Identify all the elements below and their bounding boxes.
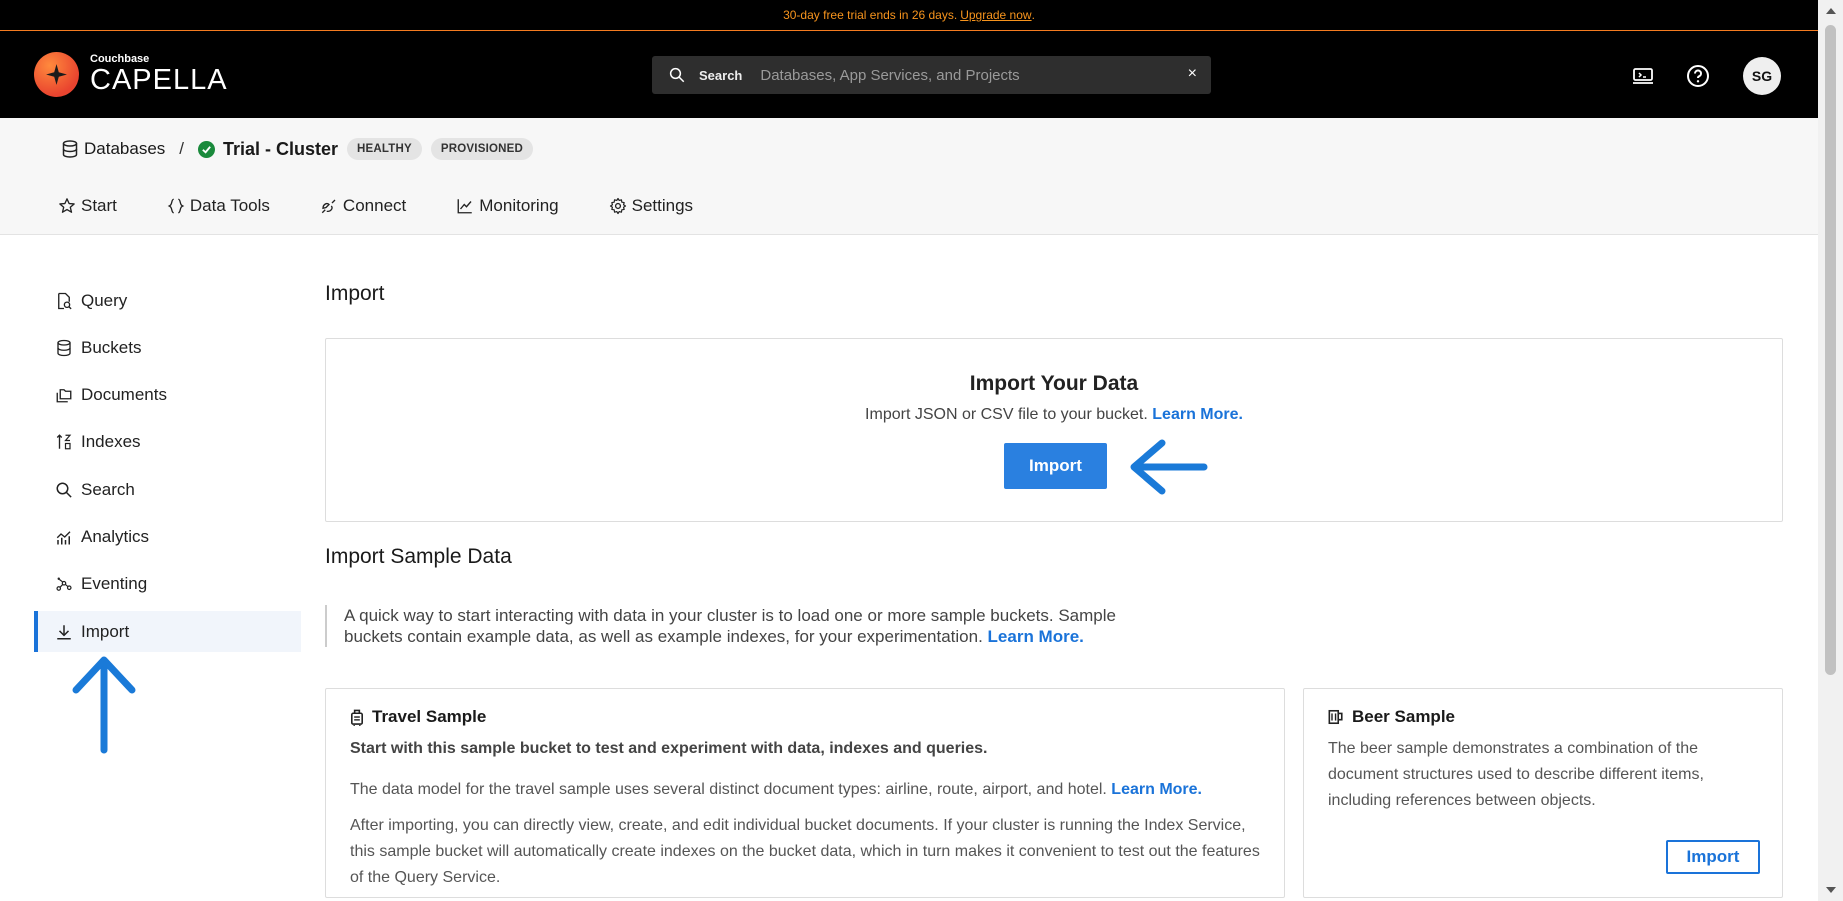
tab-monitoring[interactable]: Monitoring bbox=[456, 196, 559, 216]
sidebar-item-analytics[interactable]: Analytics bbox=[34, 516, 301, 557]
sample-learn-more-link[interactable]: Learn More. bbox=[988, 627, 1084, 646]
import-card-description: Import JSON or CSV file to your bucket. … bbox=[326, 406, 1782, 424]
sample-data-title: Import Sample Data bbox=[325, 545, 512, 568]
breadcrumb: Databases / Trial - Cluster HEALTHY PROV… bbox=[62, 138, 533, 160]
beer-sample-desc: The beer sample demonstrates a combinati… bbox=[1328, 740, 1704, 809]
database-icon bbox=[62, 140, 78, 158]
beer-sample-card: Beer Sample The beer sample demonstrates… bbox=[1303, 688, 1783, 898]
cluster-name: Trial - Cluster bbox=[223, 138, 339, 159]
search-input[interactable] bbox=[760, 66, 1161, 84]
import-card-title: Import Your Data bbox=[969, 372, 1139, 395]
beer-icon bbox=[1328, 709, 1343, 725]
gear-icon bbox=[609, 197, 626, 215]
travel-sample-desc-text: The data model for the travel sample use… bbox=[350, 781, 1107, 798]
database-icon bbox=[57, 339, 71, 356]
eventing-icon bbox=[56, 577, 72, 592]
sidebar-item-documents[interactable]: Documents bbox=[34, 375, 301, 416]
trial-banner: 30-day free trial ends in 26 days. Upgra… bbox=[0, 0, 1818, 31]
sidebar-item-buckets-label: Buckets bbox=[81, 337, 142, 357]
trial-banner-text: 30-day free trial ends in 26 days. bbox=[783, 8, 958, 22]
status-badge-provisioned: PROVISIONED bbox=[430, 138, 533, 160]
tab-settings[interactable]: Settings bbox=[609, 196, 693, 216]
sidebar-item-search[interactable]: Search bbox=[34, 469, 301, 510]
braces-icon bbox=[167, 198, 185, 214]
cli-icon[interactable] bbox=[1628, 61, 1658, 91]
global-search[interactable]: Search × bbox=[652, 56, 1211, 94]
tab-start-label: Start bbox=[81, 196, 117, 215]
beer-import-button[interactable]: Import bbox=[1666, 840, 1760, 874]
sidebar-item-indexes-label: Indexes bbox=[81, 432, 141, 452]
scroll-up-arrow-icon[interactable] bbox=[1826, 8, 1836, 14]
connect-icon bbox=[321, 199, 336, 214]
tab-connect[interactable]: Connect bbox=[320, 196, 406, 216]
breadcrumb-databases[interactable]: Databases bbox=[84, 139, 165, 159]
page-scrollbar[interactable] bbox=[1818, 0, 1843, 901]
sidebar-item-eventing-label: Eventing bbox=[81, 574, 148, 594]
indexes-icon bbox=[56, 434, 72, 450]
query-icon bbox=[58, 292, 72, 309]
travel-sample-card: Travel Sample Start with this sample buc… bbox=[325, 688, 1285, 898]
capella-logo-icon bbox=[34, 52, 79, 97]
analytics-icon bbox=[56, 531, 71, 545]
tab-settings-label: Settings bbox=[631, 196, 694, 215]
sidebar-item-import-label: Import bbox=[81, 621, 130, 641]
search-label: Search bbox=[699, 67, 743, 83]
chart-line-icon bbox=[457, 199, 472, 214]
page-title: Import bbox=[325, 282, 385, 305]
banner-suffix: . bbox=[1031, 8, 1035, 22]
import-your-data-card: Import Your Data Import JSON or CSV file… bbox=[325, 338, 1783, 522]
sidebar-item-query-label: Query bbox=[81, 290, 128, 310]
travel-sample-lead: Start with this sample bucket to test an… bbox=[350, 740, 988, 757]
tab-monitoring-label: Monitoring bbox=[479, 196, 559, 215]
search-icon bbox=[669, 67, 685, 83]
luggage-icon bbox=[351, 709, 363, 726]
help-icon[interactable] bbox=[1683, 61, 1713, 91]
sidebar-item-query[interactable]: Query bbox=[34, 280, 301, 321]
cluster-header: Databases / Trial - Cluster HEALTHY PROV… bbox=[0, 118, 1818, 235]
documents-icon bbox=[56, 389, 72, 403]
tab-data-tools-label: Data Tools bbox=[189, 196, 270, 215]
top-header: Couchbase CAPELLA Search × SG bbox=[0, 31, 1818, 118]
sidebar-item-eventing[interactable]: Eventing bbox=[34, 564, 301, 605]
sample-data-intro: A quick way to start interacting with da… bbox=[325, 605, 1145, 647]
user-avatar[interactable]: SG bbox=[1743, 57, 1781, 95]
clear-search-icon[interactable]: × bbox=[1188, 65, 1197, 83]
beer-sample-title: Beer Sample bbox=[1352, 707, 1455, 726]
annotation-arrow-up-icon bbox=[72, 656, 136, 754]
sidebar-item-documents-label: Documents bbox=[81, 385, 167, 405]
breadcrumb-separator: / bbox=[179, 139, 185, 158]
tab-connect-label: Connect bbox=[342, 196, 407, 215]
sidebar-item-analytics-label: Analytics bbox=[81, 526, 150, 546]
travel-sample-details: After importing, you can directly view, … bbox=[350, 817, 1260, 886]
tab-start[interactable]: Start bbox=[58, 196, 117, 216]
import-card-desc-text: Import JSON or CSV file to your bucket. bbox=[865, 406, 1148, 423]
sidebar-item-buckets[interactable]: Buckets bbox=[34, 327, 301, 368]
upgrade-link[interactable]: Upgrade now bbox=[960, 8, 1031, 22]
import-learn-more-link[interactable]: Learn More. bbox=[1152, 406, 1243, 423]
import-button[interactable]: Import bbox=[1004, 443, 1107, 489]
cluster-tabs: Start Data Tools Connect Monitoring Sett… bbox=[58, 196, 743, 216]
sidebar-item-search-label: Search bbox=[81, 479, 135, 499]
tab-data-tools[interactable]: Data Tools bbox=[167, 196, 270, 216]
travel-sample-desc: The data model for the travel sample use… bbox=[350, 777, 1260, 803]
download-icon bbox=[57, 624, 71, 640]
sidebar-item-indexes[interactable]: Indexes bbox=[34, 422, 301, 463]
data-tools-sidebar: Query Buckets Documents Indexes Search A… bbox=[34, 280, 301, 658]
status-badge-healthy: HEALTHY bbox=[347, 138, 422, 160]
scrollbar-thumb[interactable] bbox=[1825, 25, 1836, 675]
star-icon bbox=[59, 198, 75, 213]
brand-big: CAPELLA bbox=[90, 64, 228, 96]
travel-learn-more-link[interactable]: Learn More. bbox=[1111, 781, 1202, 798]
search-icon bbox=[56, 482, 72, 498]
travel-sample-title: Travel Sample bbox=[372, 707, 487, 726]
capella-logo[interactable]: Couchbase CAPELLA bbox=[34, 52, 228, 97]
scroll-down-arrow-icon[interactable] bbox=[1826, 887, 1836, 893]
sidebar-item-import[interactable]: Import bbox=[34, 611, 301, 653]
healthy-check-icon bbox=[198, 140, 216, 158]
